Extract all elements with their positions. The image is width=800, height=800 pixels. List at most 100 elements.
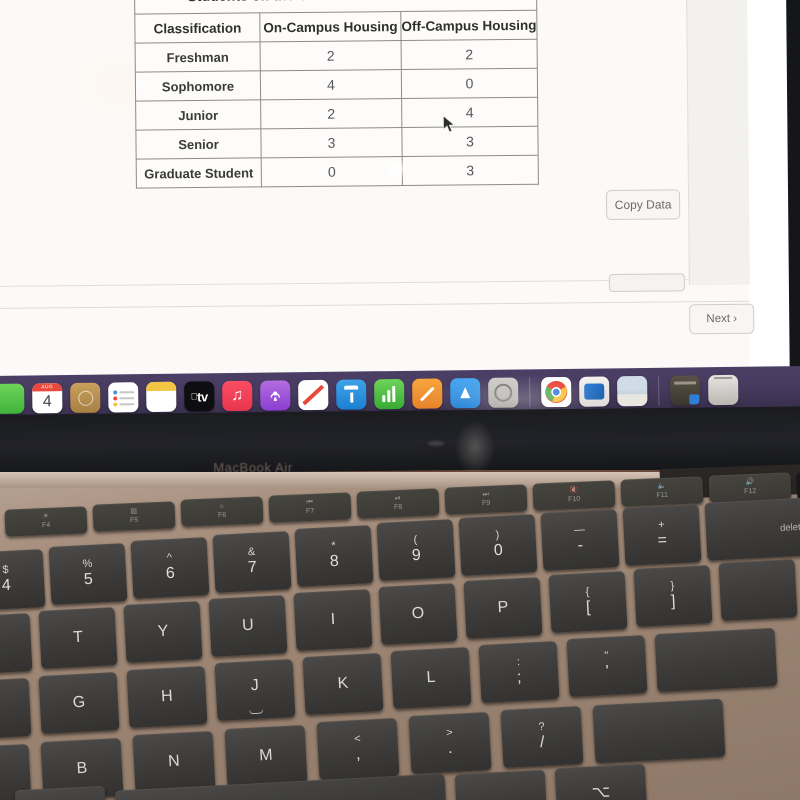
key-bracket-left[interactable]: {[ <box>548 571 628 633</box>
key-f11[interactable]: 🔈 F11 <box>620 476 704 507</box>
apple-tv-icon[interactable]: tv <box>184 381 215 412</box>
key-f5[interactable]: ▤ F5 <box>92 501 176 532</box>
table-row: Freshman 2 2 <box>135 39 538 73</box>
cell-off-campus: 2 <box>401 39 538 70</box>
key-f7-label: ⏮ F7 <box>305 498 315 515</box>
reminders-icon[interactable] <box>108 382 139 413</box>
key-comma[interactable]: <, <box>316 717 400 781</box>
key-5-shift-label: % <box>82 557 93 571</box>
key-f6[interactable]: ☼ F6 <box>180 496 264 527</box>
pages-icon[interactable] <box>412 378 443 409</box>
key-semicolon[interactable]: :; <box>478 640 560 704</box>
key-4[interactable]: $4 <box>0 549 46 611</box>
podcasts-icon[interactable] <box>260 380 291 411</box>
key-8-label: 8 <box>329 553 340 571</box>
key-f7[interactable]: ⏮ F7 <box>268 492 352 523</box>
cell-classification: Freshman <box>135 41 261 73</box>
key-n[interactable]: N <box>132 730 216 794</box>
table-header-row: Classification On-Campus Housing Off-Cam… <box>134 10 538 44</box>
contacts-icon[interactable] <box>70 382 101 413</box>
key-j-homing-bump <box>249 709 264 715</box>
key-f6-label: ☼ F6 <box>217 502 227 519</box>
key-f9-label: ⏭ F9 <box>481 490 491 507</box>
key-bracket-right[interactable]: }] <box>633 565 713 627</box>
column-header-on-campus: On-Campus Housing <box>259 11 402 42</box>
key-quote[interactable]: " ' <box>566 634 648 698</box>
cell-classification: Junior <box>135 99 261 131</box>
numbers-icon[interactable] <box>374 378 405 410</box>
key-f9[interactable]: ⏭ F9 <box>444 484 528 515</box>
key-quote-label: ' <box>605 663 610 681</box>
key-f5-label: ▤ F5 <box>129 507 139 524</box>
key-f10-label: 🔇 F10 <box>567 486 581 503</box>
key-shift-right[interactable] <box>592 698 726 764</box>
secondary-button[interactable] <box>608 273 685 293</box>
key-0[interactable]: ) 0 <box>458 514 538 576</box>
key-g[interactable]: G <box>38 671 120 735</box>
key-r[interactable]: R <box>0 613 33 675</box>
next-button[interactable]: Next › <box>689 303 755 335</box>
display-bottom-bezel <box>0 406 800 475</box>
key-backslash[interactable] <box>718 559 798 621</box>
key-6-shift-label: ^ <box>166 551 173 564</box>
key-n-label: N <box>167 752 181 771</box>
key-8[interactable]: * 8 <box>294 525 374 587</box>
trash-icon[interactable] <box>708 374 739 406</box>
copy-data-button[interactable]: Copy Data <box>605 189 681 221</box>
cell-on-campus: 3 <box>260 127 403 158</box>
blue-app-icon[interactable] <box>579 376 610 407</box>
key-t-label: T <box>72 628 84 647</box>
key-p[interactable]: P <box>463 577 543 639</box>
key-f10[interactable]: 🔇 F10 <box>532 480 616 511</box>
key-semicolon-label: ; <box>516 669 522 687</box>
key-y[interactable]: Y <box>123 601 203 663</box>
key-l-label: L <box>426 668 436 687</box>
option-key-glyph: ⌥ <box>591 783 611 800</box>
system-preferences-icon[interactable] <box>488 377 519 408</box>
preview-icon[interactable] <box>617 375 648 407</box>
key-minus[interactable]: — - <box>540 509 620 571</box>
key-o[interactable]: O <box>378 583 458 645</box>
calendar-icon[interactable]: AUG 4 <box>32 383 63 414</box>
key-comma-shift-label: < <box>353 732 361 746</box>
key-equals[interactable]: + = <box>622 504 702 566</box>
cell-classification: Senior <box>135 128 262 160</box>
news-icon[interactable] <box>298 379 329 411</box>
key-k[interactable]: K <box>302 652 384 716</box>
key-j[interactable]: J <box>214 658 296 722</box>
notes-icon[interactable] <box>146 381 177 413</box>
key-touchid[interactable] <box>796 468 800 502</box>
key-return[interactable] <box>654 627 778 693</box>
key-option-right[interactable]: ⌥ <box>554 763 648 800</box>
key-h[interactable]: H <box>126 665 208 729</box>
key-slash[interactable]: ? / <box>500 705 584 769</box>
bezel-glare <box>455 420 495 475</box>
app-store-icon[interactable] <box>450 377 481 409</box>
key-f[interactable]: F <box>0 677 32 741</box>
key-f4[interactable]: ☀ F4 <box>4 506 88 537</box>
key-m[interactable]: M <box>224 724 308 788</box>
bezel-reflection <box>428 441 444 446</box>
cell-classification: Sophomore <box>135 70 261 102</box>
keynote-icon[interactable] <box>336 379 367 410</box>
key-7[interactable]: & 7 <box>212 531 292 593</box>
key-f8[interactable]: ⏯ F8 <box>356 488 440 519</box>
key-delete[interactable]: delete <box>704 497 800 561</box>
key-t[interactable]: T <box>38 607 118 669</box>
finder-icon[interactable] <box>0 383 25 414</box>
cell-on-campus: 4 <box>260 69 402 100</box>
chrome-icon[interactable] <box>541 376 572 408</box>
key-5[interactable]: % 5 <box>48 543 128 605</box>
key-7-shift-label: & <box>247 545 256 559</box>
downloads-folder-icon[interactable] <box>670 375 701 406</box>
key-u[interactable]: U <box>208 595 288 657</box>
music-icon[interactable]: ♫ <box>222 380 253 412</box>
key-l[interactable]: L <box>390 646 472 710</box>
key-period[interactable]: >. <box>408 711 492 775</box>
key-i[interactable]: I <box>293 589 373 651</box>
key-9[interactable]: (9 <box>376 519 456 581</box>
cell-off-campus: 3 <box>401 126 539 157</box>
key-command-right[interactable] <box>454 769 548 800</box>
key-equals-shift-label: + <box>657 518 665 532</box>
key-6[interactable]: ^ 6 <box>130 537 210 599</box>
